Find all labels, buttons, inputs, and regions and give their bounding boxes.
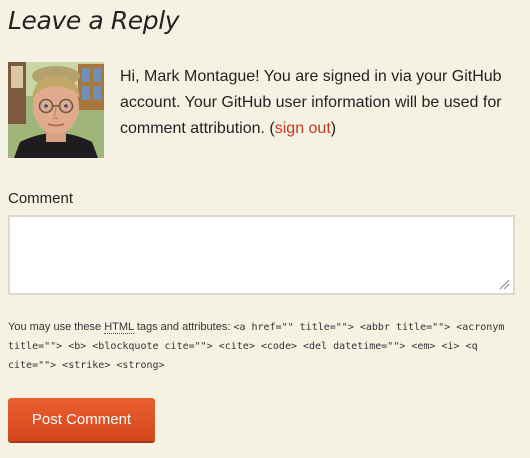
post-comment-button[interactable]: Post Comment [8, 398, 155, 441]
signed-in-suffix: ) [330, 120, 337, 137]
avatar-image [8, 62, 104, 158]
reply-title: Leave a Reply [8, 6, 180, 35]
allowed-tags-intro-after: tags and attributes: [133, 321, 234, 333]
avatar [8, 62, 104, 158]
resize-grip-icon[interactable] [498, 278, 510, 290]
allowed-tags-intro: You may use these [8, 321, 105, 333]
comment-label: Comment [8, 190, 74, 207]
comment-textarea[interactable] [8, 215, 515, 295]
signed-in-message: Hi, Mark Montague! You are signed in via… [120, 64, 520, 142]
html-abbr: HTML [104, 321, 134, 334]
sign-out-link[interactable]: sign out [275, 120, 331, 137]
allowed-tags-note: You may use these HTML tags and attribut… [8, 318, 524, 375]
